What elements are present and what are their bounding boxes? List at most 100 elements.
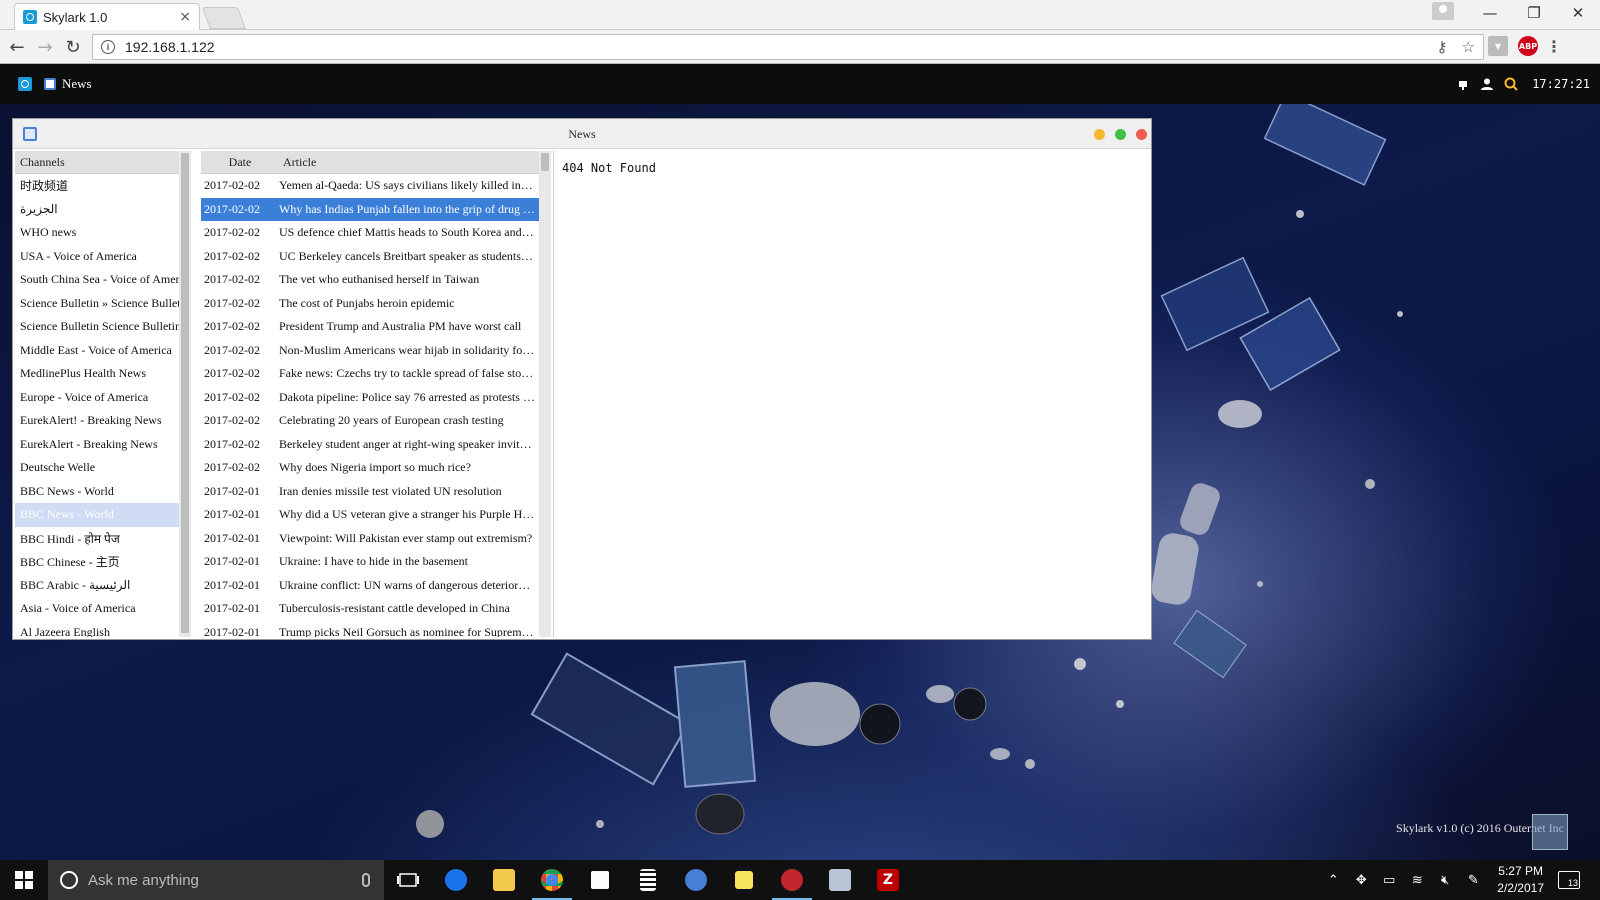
article-title: The vet who euthanised herself in Taiwan bbox=[279, 272, 480, 287]
start-button[interactable] bbox=[0, 860, 48, 900]
article-row[interactable]: 2017-02-01 Viewpoint: Will Pakistan ever … bbox=[201, 527, 539, 551]
article-row[interactable]: 2017-02-02 The vet who euthanised herself… bbox=[201, 268, 539, 292]
browser-tab[interactable]: Skylark 1.0 × bbox=[14, 3, 200, 30]
wifi-icon[interactable]: ≋ bbox=[1409, 872, 1425, 887]
window-titlebar[interactable]: News bbox=[13, 119, 1151, 149]
show-hidden-icons-chevron-icon[interactable]: ⌃ bbox=[1325, 872, 1341, 887]
desktop-shortcut-icon[interactable] bbox=[1532, 814, 1568, 850]
reload-icon[interactable]: ↻ bbox=[62, 36, 84, 58]
cortana-search-box[interactable]: Ask me anything bbox=[48, 860, 384, 900]
articles-scroll-thumb[interactable] bbox=[541, 153, 549, 171]
channel-item[interactable]: EurekAlert - Breaking News bbox=[15, 433, 191, 457]
article-row[interactable]: 2017-02-02 Berkeley student anger at righ… bbox=[201, 433, 539, 457]
channel-item[interactable]: BBC Arabic - الرئيسية bbox=[15, 574, 191, 598]
channel-item[interactable]: EurekAlert! - Breaking News bbox=[15, 409, 191, 433]
article-row[interactable]: 2017-02-02 Why does Nigeria import so muc… bbox=[201, 456, 539, 480]
article-row[interactable]: 2017-02-02 Celebrating 20 years of Europe… bbox=[201, 409, 539, 433]
article-row[interactable]: 2017-02-02 Why has Indias Punjab fallen i… bbox=[201, 197, 539, 221]
article-row[interactable]: 2017-02-02 UC Berkeley cancels Breitbart … bbox=[201, 245, 539, 269]
adblock-icon[interactable]: ABP bbox=[1518, 36, 1538, 56]
close-dot-button[interactable] bbox=[1136, 129, 1147, 140]
article-row[interactable]: 2017-02-01 Iran denies missile test viola… bbox=[201, 480, 539, 504]
article-row[interactable]: 2017-02-02 US defence chief Mattis heads … bbox=[201, 221, 539, 245]
menu-kebab-icon[interactable]: ⋮ bbox=[1544, 36, 1564, 56]
user-icon[interactable] bbox=[1480, 77, 1494, 91]
article-row[interactable]: 2017-02-01 Why did a US veteran give a st… bbox=[201, 503, 539, 527]
article-row[interactable]: 2017-02-01 Tuberculosis-resistant cattle … bbox=[201, 597, 539, 621]
new-tab-button[interactable] bbox=[201, 7, 247, 29]
channel-item[interactable]: MedlinePlus Health News bbox=[15, 362, 191, 386]
news-app-label[interactable]: News bbox=[62, 76, 92, 92]
url-bar[interactable]: i 192.168.1.122 ⚷ ☆ bbox=[92, 34, 1484, 60]
pen-icon[interactable]: ✎ bbox=[1465, 872, 1481, 887]
taskbar-edge[interactable] bbox=[432, 860, 480, 900]
channel-item[interactable]: BBC Hindi - होम पेज bbox=[15, 527, 191, 551]
taskbar-sticky-notes[interactable] bbox=[720, 860, 768, 900]
article-title: Why does Nigeria import so much rice? bbox=[279, 460, 471, 475]
taskbar-file-explorer[interactable] bbox=[480, 860, 528, 900]
article-row[interactable]: 2017-02-01 Ukraine: I have to hide in the… bbox=[201, 550, 539, 574]
channel-item[interactable]: South China Sea - Voice of America bbox=[15, 268, 191, 292]
bookmark-star-icon[interactable]: ☆ bbox=[1462, 38, 1475, 56]
article-row[interactable]: 2017-02-02 The cost of Punjabs heroin epi… bbox=[201, 292, 539, 316]
forward-arrow-icon[interactable]: → bbox=[34, 36, 56, 58]
channel-item[interactable]: WHO news bbox=[15, 221, 191, 245]
channels-scroll-thumb[interactable] bbox=[181, 153, 189, 633]
tab-close-icon[interactable]: × bbox=[179, 9, 191, 25]
download-extension-icon[interactable]: ▼ bbox=[1488, 36, 1508, 56]
task-view-button[interactable] bbox=[384, 860, 432, 900]
channel-item[interactable]: Middle East - Voice of America bbox=[15, 339, 191, 363]
articles-scrollbar[interactable] bbox=[539, 151, 551, 637]
article-row[interactable]: 2017-02-01 Ukraine conflict: UN warns of … bbox=[201, 574, 539, 598]
search-icon[interactable] bbox=[1504, 77, 1518, 91]
taskbar-filezilla[interactable]: Z bbox=[864, 860, 912, 900]
channels-scrollbar[interactable] bbox=[179, 151, 191, 637]
taskbar-app-blue[interactable] bbox=[672, 860, 720, 900]
channels-header[interactable]: Channels bbox=[15, 151, 191, 174]
article-row[interactable]: 2017-02-02 President Trump and Australia … bbox=[201, 315, 539, 339]
volume-muted-icon[interactable]: 🔇︎ bbox=[1437, 872, 1453, 887]
minimize-button[interactable]: — bbox=[1468, 0, 1512, 26]
back-arrow-icon[interactable]: ← bbox=[6, 36, 28, 58]
channel-item[interactable]: BBC Chinese - 主页 bbox=[15, 550, 191, 574]
channel-item[interactable]: USA - Voice of America bbox=[15, 245, 191, 269]
system-clock[interactable]: 5:27 PM 2/2/2017 bbox=[1497, 863, 1544, 897]
network-icon[interactable] bbox=[1456, 77, 1470, 91]
channel-item[interactable]: BBC News - World bbox=[15, 503, 191, 527]
chrome-icon bbox=[541, 869, 563, 891]
article-column-header[interactable]: Article bbox=[279, 155, 316, 170]
taskbar-monitor-app[interactable] bbox=[816, 860, 864, 900]
taskbar-chrome[interactable] bbox=[528, 860, 576, 900]
date-column-header[interactable]: Date bbox=[201, 155, 279, 170]
channel-item[interactable]: Science Bulletin » Science Bulletin bbox=[15, 292, 191, 316]
channel-item[interactable]: Science Bulletin Science Bulletin bbox=[15, 315, 191, 339]
dropbox-icon[interactable]: ✥ bbox=[1353, 872, 1369, 887]
article-row[interactable]: 2017-02-01 Trump picks Neil Gorsuch as no… bbox=[201, 621, 539, 637]
taskbar-calculator[interactable] bbox=[624, 860, 672, 900]
restore-button[interactable]: ❐ bbox=[1512, 0, 1556, 26]
minimize-dot-button[interactable] bbox=[1094, 129, 1105, 140]
close-button[interactable]: ✕ bbox=[1556, 0, 1600, 26]
taskbar-store[interactable] bbox=[576, 860, 624, 900]
article-row[interactable]: 2017-02-02 Non-Muslim Americans wear hija… bbox=[201, 339, 539, 363]
channel-item[interactable]: 时政频道 bbox=[15, 174, 191, 198]
article-row[interactable]: 2017-02-02 Yemen al-Qaeda: US says civili… bbox=[201, 174, 539, 198]
maximize-dot-button[interactable] bbox=[1115, 129, 1126, 140]
channel-item[interactable]: Europe - Voice of America bbox=[15, 386, 191, 410]
microphone-icon[interactable] bbox=[362, 873, 370, 887]
news-app-icon[interactable] bbox=[44, 78, 56, 90]
channel-item[interactable]: Asia - Voice of America bbox=[15, 597, 191, 621]
profile-icon[interactable] bbox=[1432, 2, 1454, 20]
channel-item[interactable]: الجزيرة bbox=[15, 198, 191, 222]
channel-item[interactable]: Deutsche Welle bbox=[15, 456, 191, 480]
site-info-icon[interactable]: i bbox=[101, 40, 115, 54]
channel-item[interactable]: BBC News - World bbox=[15, 480, 191, 504]
key-icon[interactable]: ⚷ bbox=[1437, 38, 1448, 56]
action-center-icon[interactable]: 13 bbox=[1558, 871, 1580, 889]
battery-icon[interactable]: ▭ bbox=[1381, 872, 1397, 887]
taskbar-app-fruit[interactable] bbox=[768, 860, 816, 900]
article-row[interactable]: 2017-02-02 Dakota pipeline: Police say 76… bbox=[201, 386, 539, 410]
skylark-logo-icon[interactable] bbox=[18, 77, 32, 91]
article-row[interactable]: 2017-02-02 Fake news: Czechs try to tackl… bbox=[201, 362, 539, 386]
channel-item[interactable]: Al Jazeera English bbox=[15, 621, 191, 637]
